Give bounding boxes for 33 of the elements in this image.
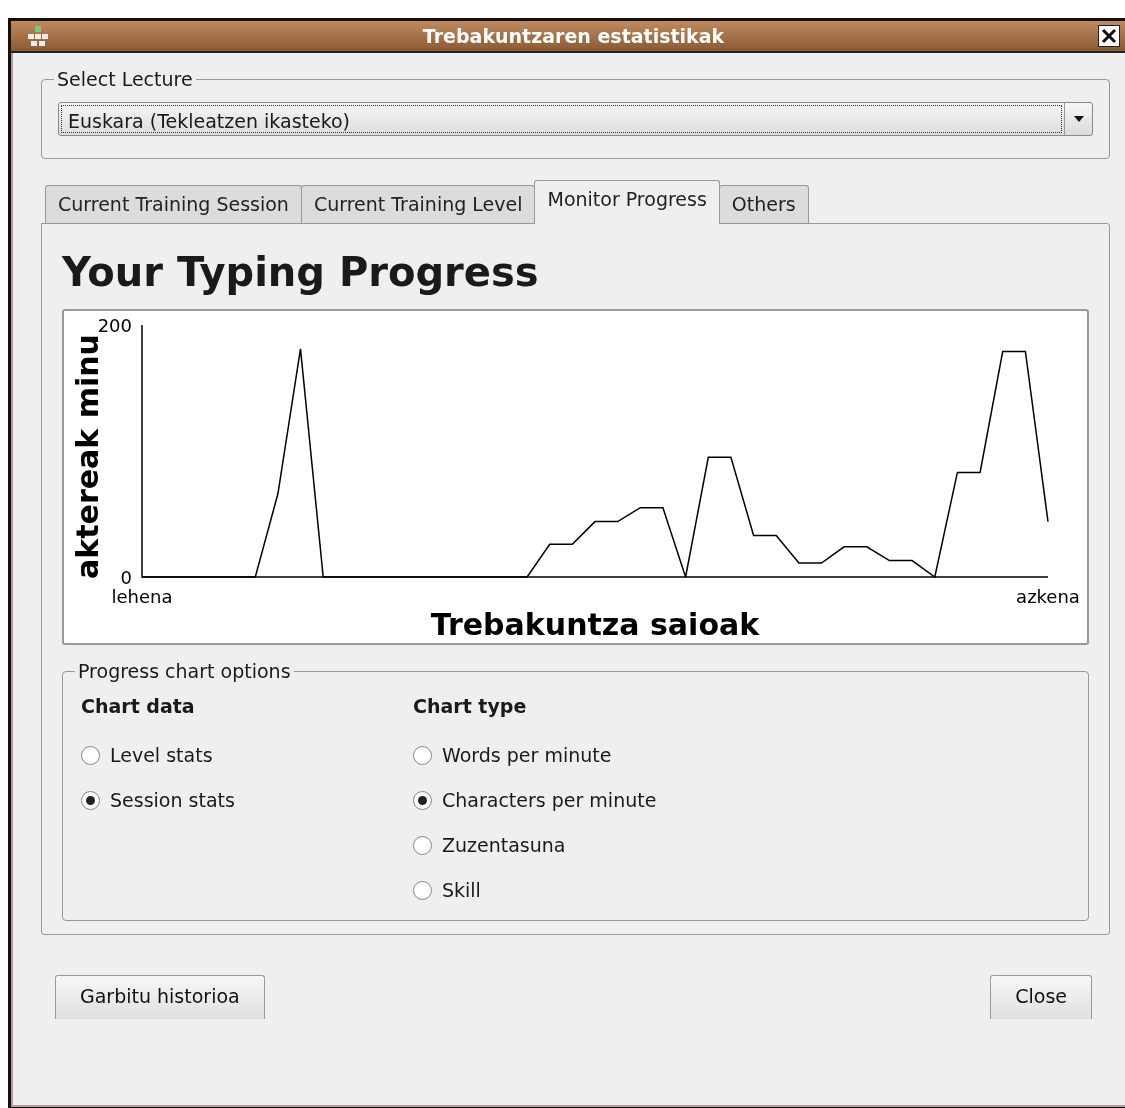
axis-tick-label: 200: [97, 315, 132, 336]
window-title: Trebakuntzaren estatistikak: [421, 23, 726, 49]
group-label: Progress chart options: [75, 660, 294, 682]
radio-label[interactable]: Words per minute: [442, 740, 612, 770]
dropdown-arrow-icon: [1073, 116, 1084, 122]
radio-label[interactable]: Characters per minute: [442, 785, 657, 815]
button[interactable]: Garbitu historioa: [55, 975, 265, 1019]
button[interactable]: Close: [990, 975, 1092, 1019]
app-icon: [27, 25, 49, 47]
group-heading: Chart type: [413, 694, 528, 719]
tab[interactable]: Current Training Session: [45, 185, 302, 223]
group-heading: Chart data: [81, 694, 196, 719]
axis-title: aktereak minu: [70, 334, 105, 579]
chart-heading: Your Typing Progress: [62, 250, 540, 294]
radio-button[interactable]: [413, 790, 432, 810]
radio-button[interactable]: [413, 745, 432, 765]
close-icon[interactable]: [1098, 25, 1120, 47]
radio-button[interactable]: [413, 880, 432, 900]
axis-tick-label: lehena: [111, 586, 173, 607]
radio-button[interactable]: [413, 835, 432, 855]
radio-button[interactable]: [81, 745, 100, 765]
tab[interactable]: Current Training Level: [300, 185, 536, 223]
axis-title: Trebakuntza saioak: [430, 607, 760, 641]
lecture-dropdown[interactable]: Euskara (Tekleatzen ikasteko): [58, 102, 1093, 136]
radio-label[interactable]: Session stats: [110, 785, 235, 815]
tab[interactable]: Monitor Progress: [534, 180, 720, 224]
radio-button[interactable]: [81, 790, 100, 810]
radio-label[interactable]: Skill: [442, 875, 481, 905]
axis-tick-label: 0: [120, 567, 132, 588]
tab[interactable]: Others: [718, 185, 809, 223]
axis-tick-label: azkena: [1016, 586, 1080, 607]
radio-label[interactable]: Zuzentasuna: [442, 830, 566, 860]
radio-label[interactable]: Level stats: [110, 740, 213, 770]
